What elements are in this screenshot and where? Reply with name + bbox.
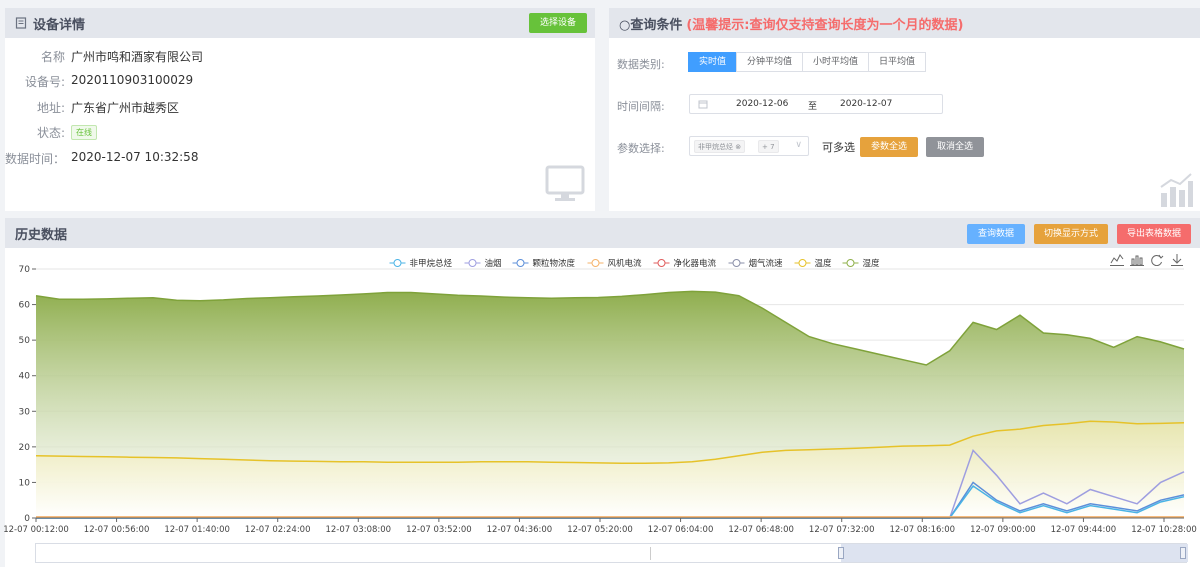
legend-item[interactable]: 净化器电流 [653, 258, 717, 269]
x-tick-label: 12-07 00:56:00 [84, 525, 150, 535]
legend-label: 烟气流速 [749, 258, 784, 269]
legend-label: 湿度 [863, 258, 881, 269]
legend-marker [393, 259, 402, 267]
legend-label: 温度 [815, 258, 833, 269]
legend-marker [846, 259, 855, 267]
legend-item[interactable]: 烟气流速 [728, 258, 784, 269]
line-chart-icon[interactable] [1110, 251, 1124, 270]
x-tick-label: 12-07 09:00:00 [970, 525, 1036, 535]
x-tick-label: 12-07 06:48:00 [728, 525, 794, 535]
x-tick-label: 12-07 02:24:00 [245, 525, 311, 535]
x-tick-label: 12-07 04:36:00 [487, 525, 553, 535]
x-tick-label: 12-07 00:12:00 [3, 525, 69, 535]
legend-label: 非甲烷总烃 [410, 258, 453, 269]
x-tick-label: 12-07 08:16:00 [889, 525, 955, 535]
x-tick-label: 12-07 03:08:00 [325, 525, 391, 535]
x-tick-label: 12-07 09:44:00 [1051, 525, 1117, 535]
legend-item[interactable]: 油烟 [464, 258, 502, 269]
legend-item[interactable]: 风机电流 [587, 258, 643, 269]
y-tick-label: 30 [19, 407, 31, 417]
zoom-handle-left[interactable] [838, 547, 844, 559]
history-chart: 0 10 20 30 40 50 60 70 12-07 00:12:00 12-07 00:56… [3, 258, 1197, 535]
y-tick-label: 70 [19, 265, 31, 275]
y-tick-label: 0 [24, 514, 30, 524]
legend-marker [798, 259, 807, 267]
legend-item[interactable]: 温度 [794, 258, 833, 269]
chart-toolbox [1110, 251, 1184, 270]
x-tick-label: 12-07 10:28:00 [1131, 525, 1197, 535]
legend-item[interactable]: 湿度 [842, 258, 881, 269]
legend-item[interactable]: 非甲烷总烃 [389, 258, 453, 269]
refresh-icon[interactable] [1150, 251, 1164, 270]
legend-label: 颗粒物浓度 [533, 258, 576, 269]
x-tick-label: 12-07 07:32:00 [809, 525, 875, 535]
x-tick-label: 12-07 01:40:00 [164, 525, 230, 535]
x-tick-label: 12-07 03:52:00 [406, 525, 472, 535]
x-tick-label: 12-07 06:04:00 [648, 525, 714, 535]
y-tick-label: 20 [19, 443, 31, 453]
download-icon[interactable] [1170, 251, 1184, 270]
bar-chart-icon[interactable] [1130, 251, 1144, 270]
legend-label: 净化器电流 [674, 258, 717, 269]
legend-marker [468, 259, 477, 267]
y-tick-label: 60 [19, 301, 31, 311]
legend-label: 风机电流 [608, 258, 643, 269]
x-tick-label: 12-07 05:20:00 [567, 525, 633, 535]
y-tick-label: 50 [19, 336, 31, 346]
data-zoom-slider[interactable] [35, 543, 1188, 563]
legend-marker [516, 259, 525, 267]
legend-item[interactable]: 颗粒物浓度 [512, 258, 576, 269]
zoom-window[interactable] [841, 544, 1188, 562]
y-tick-label: 10 [19, 478, 31, 488]
legend-marker [591, 259, 600, 267]
y-tick-label: 40 [19, 372, 31, 382]
legend-marker [732, 259, 741, 267]
legend-marker [657, 259, 666, 267]
legend-label: 油烟 [485, 258, 502, 269]
zoom-handle-right[interactable] [1180, 547, 1186, 559]
